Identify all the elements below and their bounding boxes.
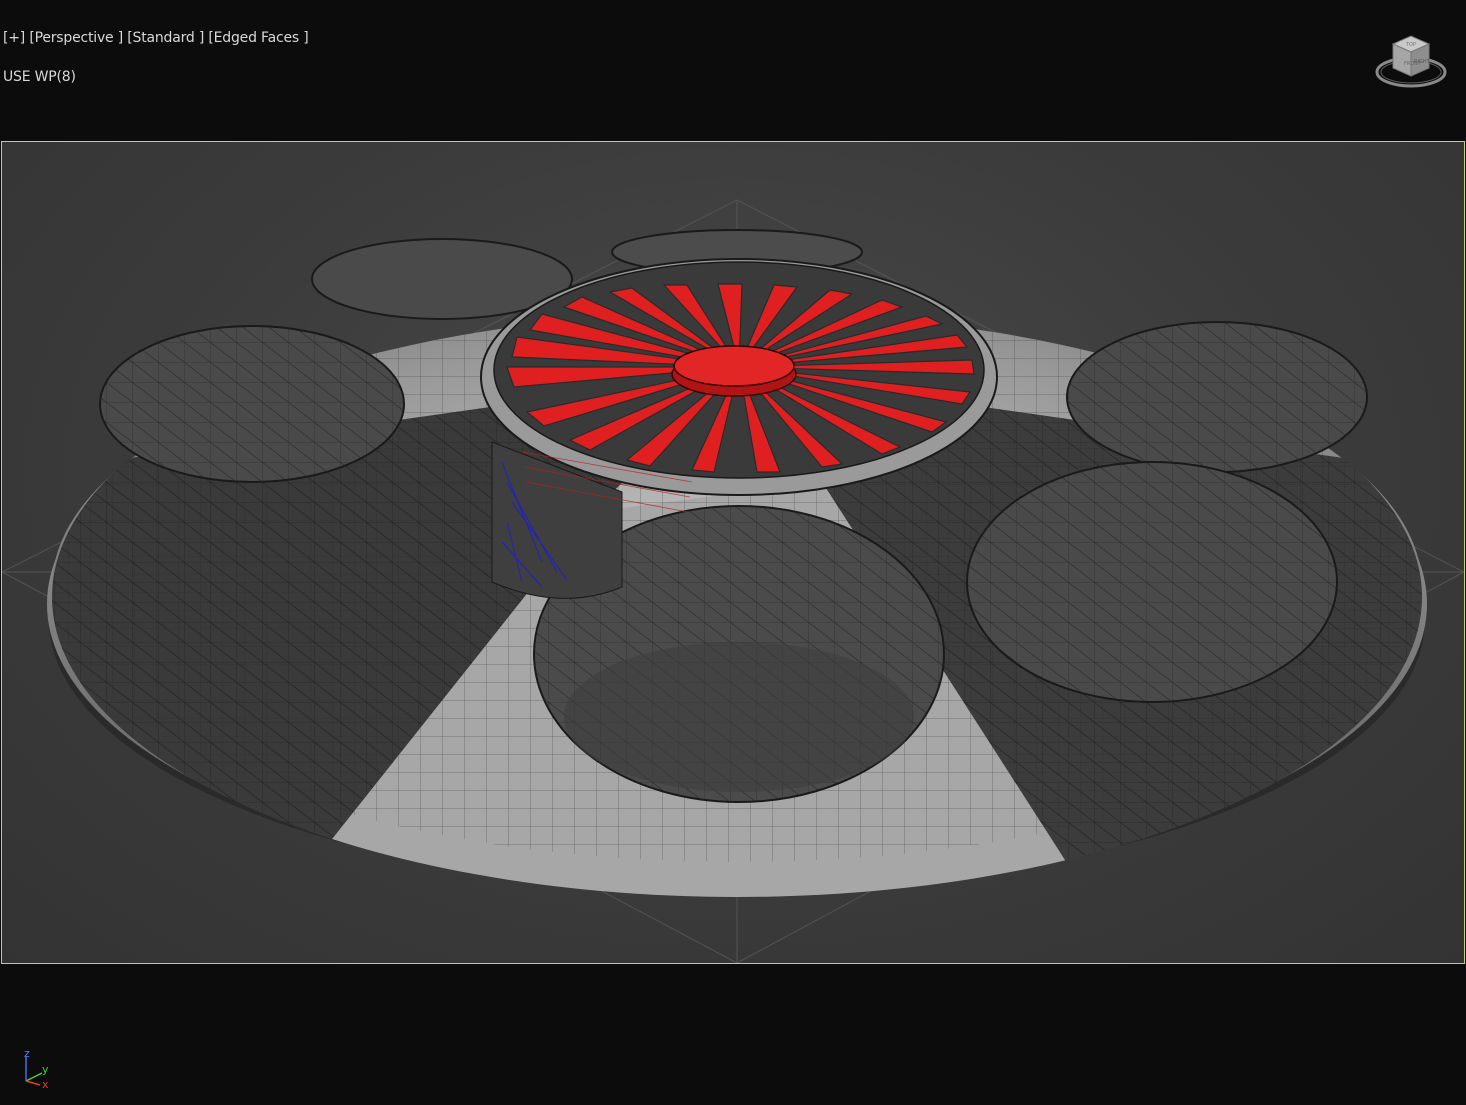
viewcube-top-label: TOP [1405,42,1416,48]
saucer-model[interactable] [32,229,1442,902]
perspective-viewport[interactable] [1,141,1465,964]
workplane-status: USE WP(8) [3,69,76,85]
axis-tripod-icon: z y x [24,1047,49,1090]
scene-render[interactable] [2,142,1464,963]
viewport-label-line: [+] [Perspective ] [Standard ] [Edged Fa… [3,30,309,46]
axis-y-label: y [42,1063,49,1076]
axis-z-label: z [24,1047,30,1060]
shading-menu[interactable]: [Standard ] [127,30,204,46]
viewcube-right-label: RIGHT [1414,59,1431,65]
display-mode-menu[interactable]: [Edged Faces ] [208,30,308,46]
viewport-menu-button[interactable]: [+] [3,30,25,46]
viewcube-icon[interactable]: FRONT RIGHT TOP [1373,30,1449,94]
axis-x-label: x [42,1078,49,1090]
viewport-label: [+] [Perspective ] [Standard ] [Edged Fa… [3,6,309,97]
view-type-menu[interactable]: [Perspective ] [29,30,123,46]
fan-hub[interactable] [673,345,795,387]
